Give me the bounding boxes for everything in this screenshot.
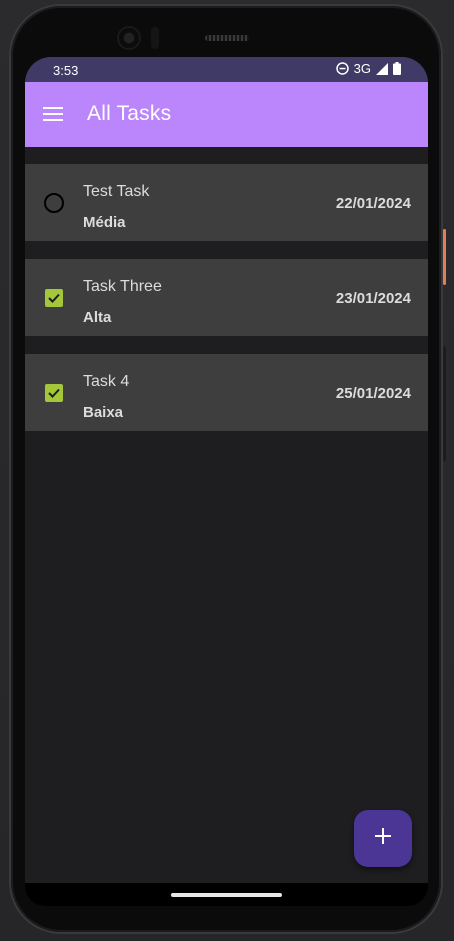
status-bar: 3:53 3G	[25, 57, 428, 82]
page-title: All Tasks	[87, 102, 172, 125]
power-button[interactable]	[443, 229, 446, 285]
task-priority: Baixa	[83, 404, 124, 421]
app-bar: All Tasks	[25, 82, 428, 147]
navigation-bar	[25, 883, 428, 906]
task-list: Test Task Média 22/01/2024 Task Three Al…	[25, 164, 428, 449]
phone-screen: 3:53 3G All Tasks Test Task Média 22/01/…	[25, 57, 428, 906]
volume-button[interactable]	[443, 346, 446, 461]
sensor-icon	[151, 27, 159, 49]
menu-icon[interactable]	[43, 104, 65, 124]
task-title: Test Task	[83, 183, 150, 200]
task-priority: Alta	[83, 309, 112, 326]
task-title: Task Three	[83, 278, 162, 295]
task-title: Task 4	[83, 373, 130, 390]
task-checkbox-checked-icon[interactable]	[44, 383, 64, 403]
signal-icon	[376, 62, 388, 75]
task-priority: Média	[83, 214, 126, 231]
task-item[interactable]: Test Task Média 22/01/2024	[25, 164, 428, 241]
status-icons: 3G	[335, 61, 401, 76]
task-date: 22/01/2024	[335, 195, 411, 212]
earpiece-speaker	[205, 35, 249, 41]
task-checkbox-unchecked-icon[interactable]	[44, 193, 64, 213]
task-date: 23/01/2024	[335, 290, 411, 307]
task-item[interactable]: Task 4 Baixa 25/01/2024	[25, 354, 428, 431]
do-not-disturb-icon	[335, 62, 349, 75]
status-time: 3:53	[53, 63, 79, 78]
plus-icon	[374, 827, 392, 850]
task-date: 25/01/2024	[335, 385, 411, 402]
home-indicator[interactable]	[171, 893, 282, 897]
task-checkbox-checked-icon[interactable]	[44, 288, 64, 308]
task-item[interactable]: Task Three Alta 23/01/2024	[25, 259, 428, 336]
network-type: 3G	[353, 61, 371, 76]
add-task-button[interactable]	[354, 810, 412, 867]
front-camera-icon	[119, 28, 139, 48]
battery-icon	[393, 62, 401, 75]
